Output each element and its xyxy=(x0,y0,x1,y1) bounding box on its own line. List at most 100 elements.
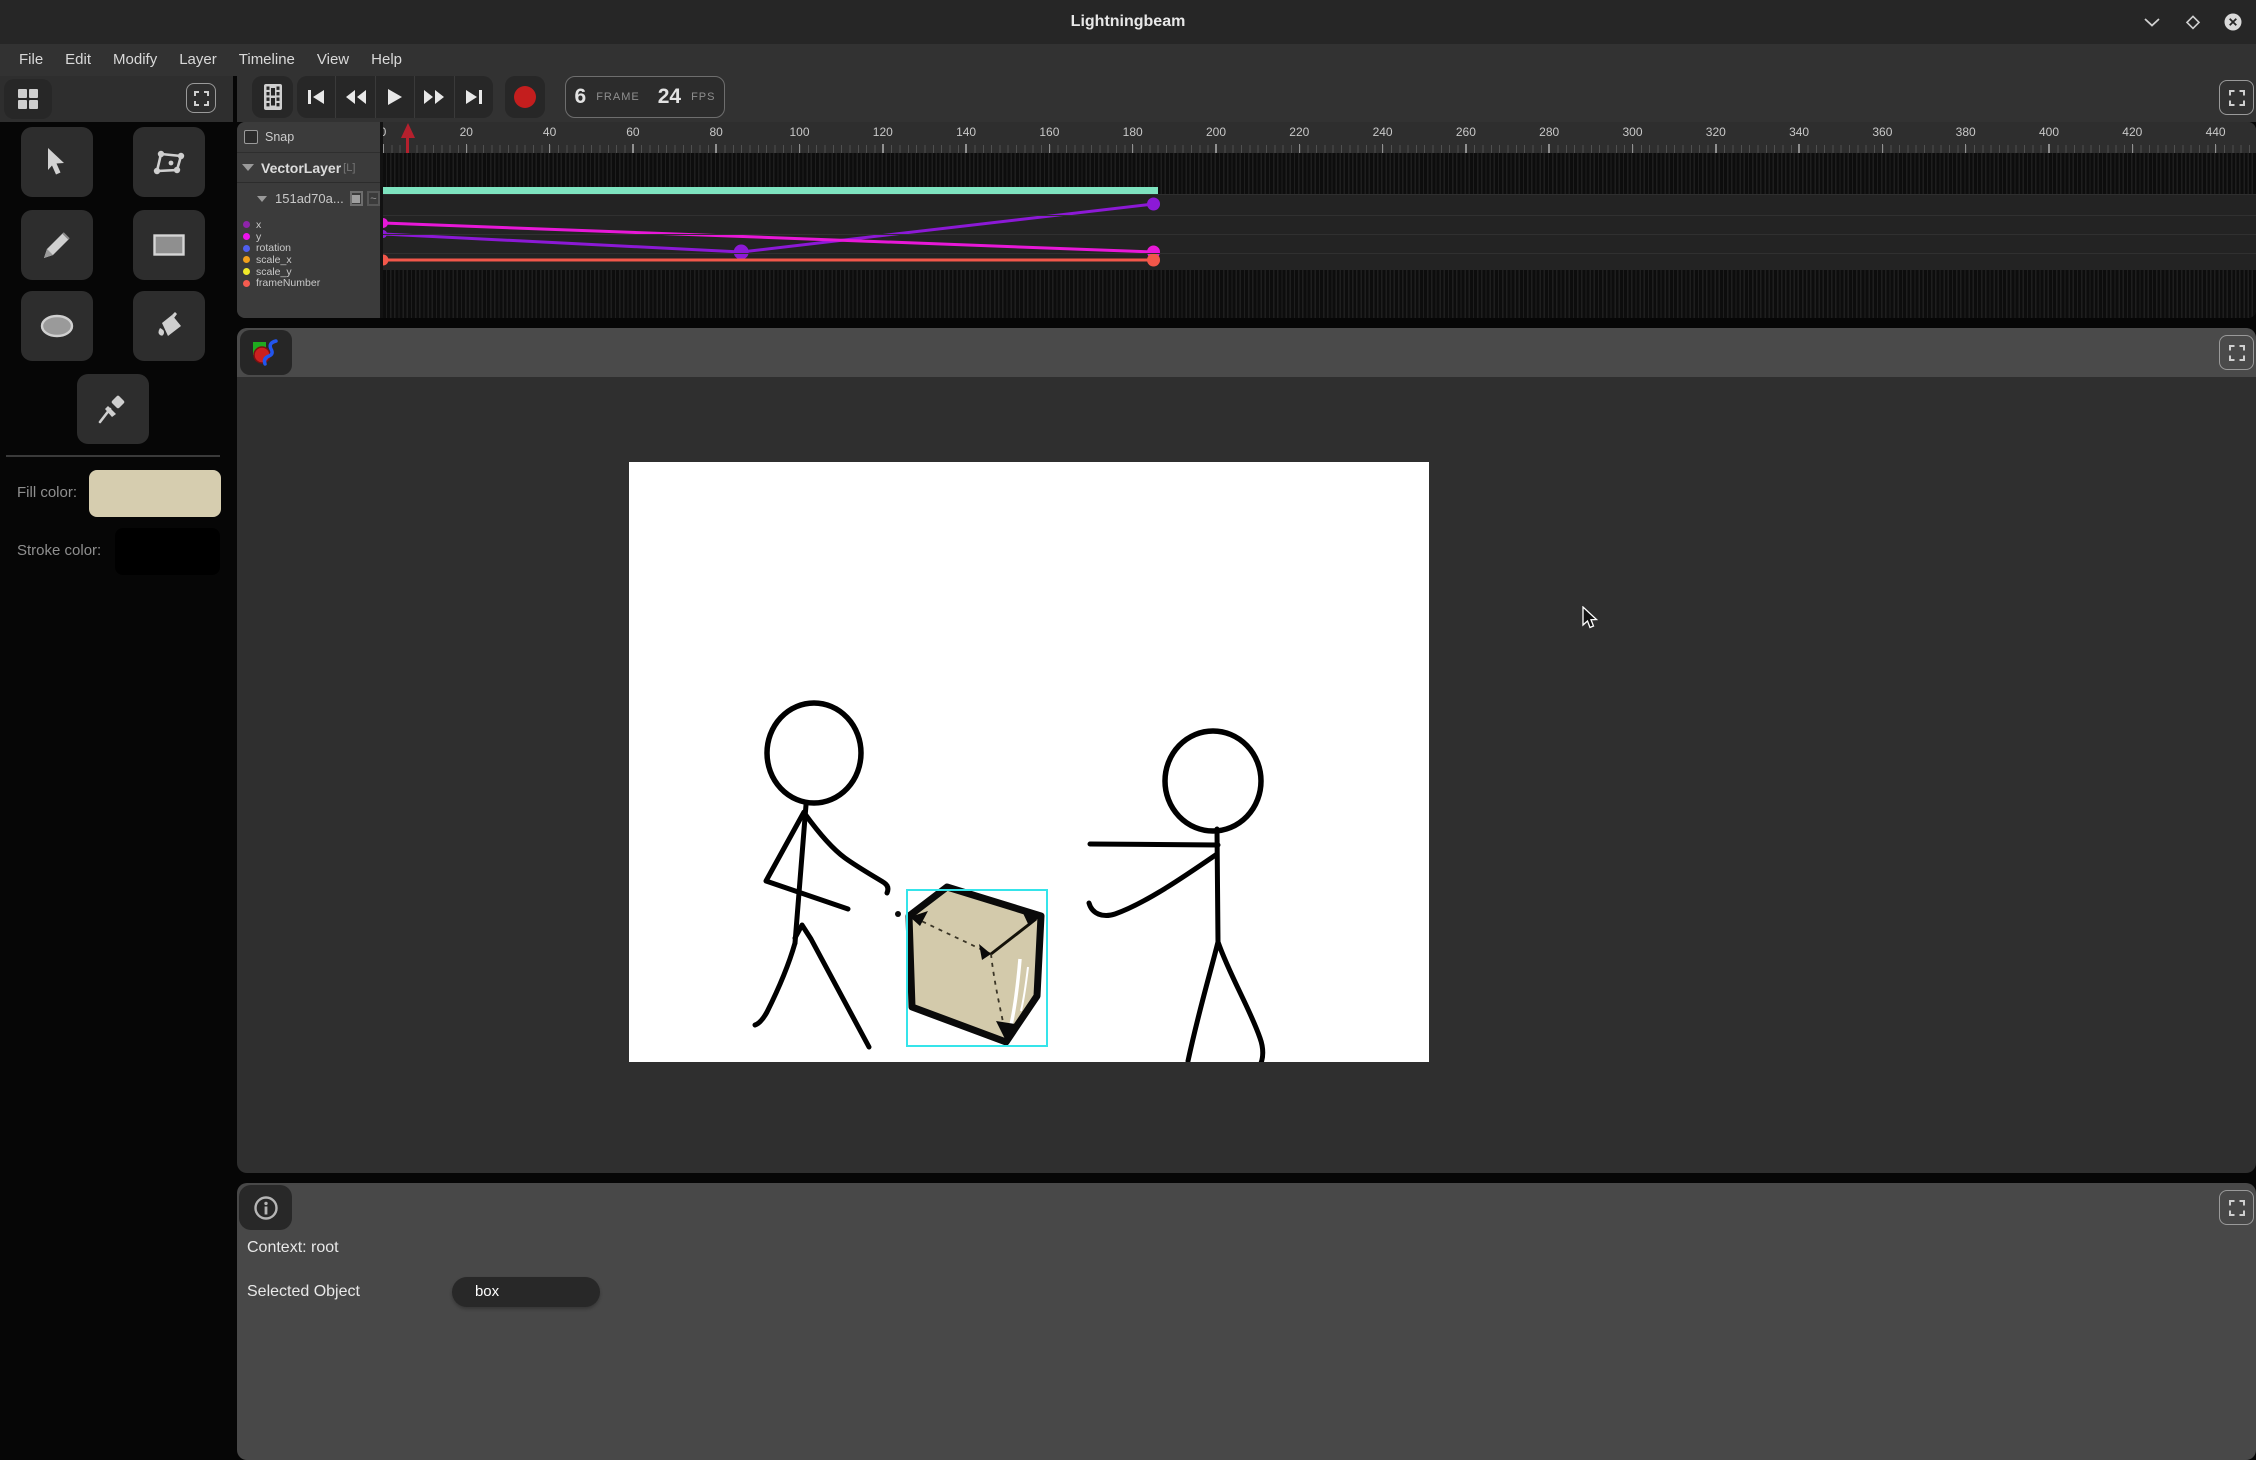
ruler-label: 320 xyxy=(1706,125,1726,139)
playhead[interactable] xyxy=(400,122,416,153)
tool-ellipse[interactable] xyxy=(21,291,93,361)
maximize-button[interactable] xyxy=(2181,11,2205,33)
skip-to-end-button[interactable] xyxy=(455,76,493,118)
ruler-label: 80 xyxy=(710,125,723,139)
tool-eyedropper[interactable] xyxy=(77,374,149,444)
stroke-color-swatch[interactable] xyxy=(115,528,220,575)
selected-object-label: Selected Object xyxy=(247,1283,360,1301)
tilde-icon: ~ xyxy=(370,193,376,205)
selected-object-input[interactable]: box xyxy=(452,1277,600,1307)
ruler-minor-ticks xyxy=(383,145,2256,153)
property-name: y xyxy=(256,231,261,243)
skip-to-start-button[interactable] xyxy=(297,76,336,118)
sublayer-curve-toggle[interactable]: ~ xyxy=(367,191,380,206)
film-button[interactable] xyxy=(252,76,293,118)
property-name: rotation xyxy=(256,242,291,254)
canvas-expand-button[interactable] xyxy=(2219,335,2254,370)
info-button[interactable] xyxy=(239,1185,292,1230)
selected-object-row: Selected Object box xyxy=(247,1277,600,1307)
menu-item-view[interactable]: View xyxy=(306,44,360,76)
property-color-dot xyxy=(243,268,250,275)
tool-transform[interactable] xyxy=(133,127,205,197)
ellipse-icon xyxy=(40,314,74,338)
row-line xyxy=(383,234,2256,235)
ruler-major-tick xyxy=(1465,144,1467,153)
menu-item-modify[interactable]: Modify xyxy=(102,44,168,76)
ruler-major-tick xyxy=(1132,144,1134,153)
grid-view-button[interactable] xyxy=(4,79,52,119)
playhead-stem xyxy=(406,136,409,153)
property-name: scale_x xyxy=(256,254,292,266)
minimize-button[interactable] xyxy=(2140,11,2164,33)
property-row-rotation[interactable]: rotation xyxy=(237,242,380,254)
timeline-ruler[interactable]: 0204060801001201401601802002202402602803… xyxy=(383,122,2256,153)
inspector-expand-button[interactable] xyxy=(2219,1190,2254,1225)
ruler-major-tick xyxy=(1215,144,1217,153)
layer-span-bar[interactable] xyxy=(383,187,1158,194)
tool-rectangle[interactable] xyxy=(133,210,205,280)
property-color-dot xyxy=(243,233,250,240)
filled-square-icon xyxy=(352,195,360,203)
ruler-label: 420 xyxy=(2122,125,2142,139)
canvas-toolbar xyxy=(237,328,2256,377)
sublayer-row[interactable]: 151ad70a... ~ xyxy=(237,184,380,213)
ruler-major-tick xyxy=(1882,144,1884,153)
keyframe-curve-area[interactable] xyxy=(383,194,2256,270)
tool-paint-bucket[interactable] xyxy=(133,291,205,361)
timeline-tracks[interactable]: 0204060801001201401601802002202402602803… xyxy=(383,122,2256,318)
frame-value: 6 xyxy=(575,85,587,109)
record-icon xyxy=(514,86,536,108)
stage[interactable] xyxy=(629,462,1429,1062)
property-name: x xyxy=(256,219,261,231)
ruler-label: 340 xyxy=(1789,125,1809,139)
context-text: Context: root xyxy=(247,1239,339,1257)
ruler-label: 360 xyxy=(1872,125,1892,139)
property-color-dot xyxy=(243,280,250,287)
timeline-expand-button[interactable] xyxy=(2219,80,2254,115)
rewind-button[interactable] xyxy=(336,76,375,118)
skip-end-icon xyxy=(466,90,482,104)
frame-fps-display: 6 FRAME 24 FPS xyxy=(565,76,725,118)
close-icon xyxy=(2223,12,2243,32)
tool-select[interactable] xyxy=(21,127,93,197)
tools-expand-button[interactable] xyxy=(186,83,216,113)
ruler-label: 200 xyxy=(1206,125,1226,139)
ruler-major-tick xyxy=(1798,144,1800,153)
property-row-frameNumber[interactable]: frameNumber xyxy=(237,277,380,289)
menu-item-help[interactable]: Help xyxy=(360,44,413,76)
timeline-layer-column: Snap VectorLayer [L] 151ad70a... ~ xyrot… xyxy=(237,122,380,318)
fast-forward-button[interactable] xyxy=(415,76,454,118)
property-row-x[interactable]: x xyxy=(237,219,380,231)
keyframe-dot-x xyxy=(734,245,749,260)
frame-unit-label: FRAME xyxy=(596,91,640,103)
shapes-mode-button[interactable] xyxy=(240,330,292,375)
sublayer-visibility-toggle[interactable] xyxy=(350,191,363,206)
close-button[interactable] xyxy=(2221,11,2245,33)
menu-bar: FileEditModifyLayerTimelineViewHelp xyxy=(0,44,2256,76)
sublayer-collapse-icon[interactable] xyxy=(257,196,267,202)
ruler-label: 440 xyxy=(2206,125,2226,139)
pencil-icon xyxy=(42,230,72,260)
property-row-scale_x[interactable]: scale_x xyxy=(237,254,380,266)
record-button[interactable] xyxy=(505,76,545,118)
ruler-major-tick xyxy=(549,144,551,153)
property-row-y[interactable]: y xyxy=(237,231,380,243)
menu-item-layer[interactable]: Layer xyxy=(168,44,228,76)
property-row-scale_y[interactable]: scale_y xyxy=(237,266,380,278)
menu-item-file[interactable]: File xyxy=(8,44,54,76)
animation-curves xyxy=(383,195,2256,271)
play-button[interactable] xyxy=(376,76,415,118)
fps-unit-label: FPS xyxy=(691,91,715,103)
snap-checkbox[interactable] xyxy=(244,130,258,144)
ruler-label: 60 xyxy=(626,125,639,139)
fill-color-swatch[interactable] xyxy=(89,470,221,517)
ruler-label: 180 xyxy=(1123,125,1143,139)
menu-item-timeline[interactable]: Timeline xyxy=(228,44,306,76)
play-icon xyxy=(388,89,402,105)
menu-item-edit[interactable]: Edit xyxy=(54,44,102,76)
layer-row[interactable]: VectorLayer [L] xyxy=(237,153,380,183)
rectangle-icon xyxy=(153,234,185,256)
layer-collapse-icon[interactable] xyxy=(242,164,254,171)
ruler-label: 40 xyxy=(543,125,556,139)
tool-pencil[interactable] xyxy=(21,210,93,280)
